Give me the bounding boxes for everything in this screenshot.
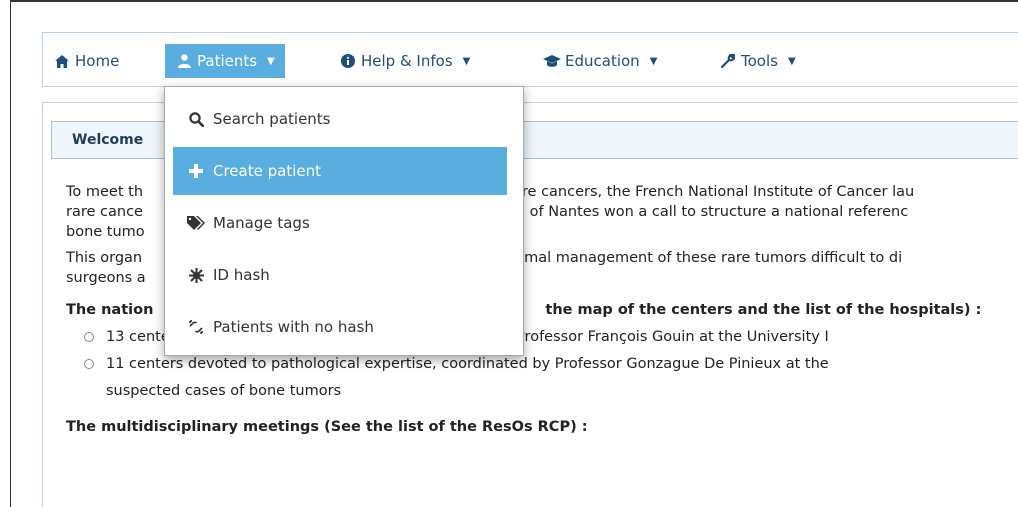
tags-icon <box>185 216 207 230</box>
chevron-down-icon: ▼ <box>267 55 275 67</box>
plus-icon <box>185 164 207 178</box>
menu-item-patients-no-hash[interactable]: Patients with no hash <box>173 303 507 351</box>
chevron-down-icon: ▼ <box>787 55 796 67</box>
meetings-title: The multidisciplinary meetings (See the … <box>66 419 588 435</box>
chevron-down-icon: ▼ <box>462 55 471 67</box>
nav-home-label: Home <box>75 52 120 70</box>
nav-education[interactable]: Education ▼ <box>543 46 657 76</box>
wrench-icon <box>719 54 737 68</box>
menu-item-label: Patients with no hash <box>213 318 374 336</box>
graduation-cap-icon <box>543 54 561 68</box>
nav-help-label: Help & Infos <box>361 52 453 70</box>
menu-item-manage-tags[interactable]: Manage tags <box>173 199 507 247</box>
hash-icon <box>185 267 207 283</box>
user-icon <box>175 54 193 68</box>
search-icon <box>185 111 207 127</box>
list-item-continuation: suspected cases of bone tumors <box>106 383 342 399</box>
nav-patients[interactable]: Patients ▼ <box>165 44 285 78</box>
broken-link-icon <box>185 319 207 335</box>
menu-item-label: ID hash <box>213 266 270 284</box>
main-navbar: Home Patients ▼ Help & Infos ▼ Education… <box>42 32 1018 87</box>
nav-tools[interactable]: Tools ▼ <box>719 46 796 76</box>
info-icon <box>339 54 357 68</box>
menu-item-id-hash[interactable]: ID hash <box>173 251 507 299</box>
menu-item-label: Search patients <box>213 110 331 128</box>
menu-item-label: Create patient <box>213 162 321 180</box>
menu-item-search-patients[interactable]: Search patients <box>173 95 507 143</box>
nav-tools-label: Tools <box>741 52 778 70</box>
nav-patients-label: Patients <box>197 52 258 70</box>
home-icon <box>53 54 71 68</box>
patients-dropdown-menu: Search patients Create patient Manage ta… <box>164 86 524 356</box>
menu-item-label: Manage tags <box>213 214 310 232</box>
chevron-down-icon: ▼ <box>649 55 658 67</box>
nav-help[interactable]: Help & Infos ▼ <box>339 46 470 76</box>
nav-education-label: Education <box>565 52 640 70</box>
nav-home[interactable]: Home <box>53 46 119 76</box>
menu-item-create-patient[interactable]: Create patient <box>173 147 507 195</box>
